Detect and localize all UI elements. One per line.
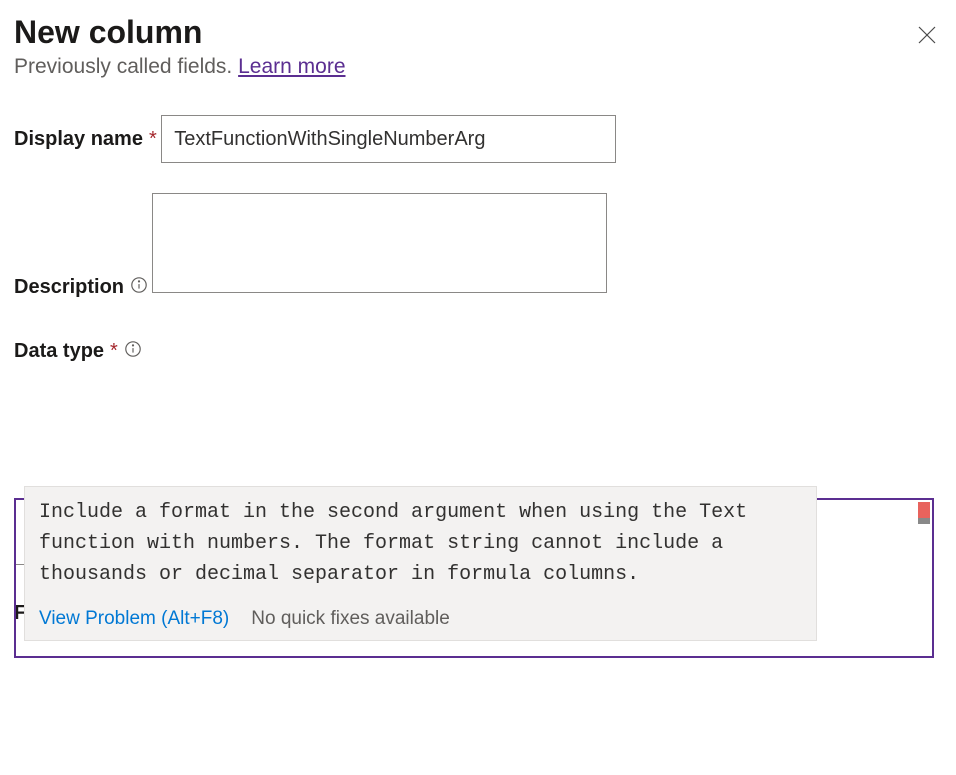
required-marker: *	[149, 128, 157, 151]
error-tooltip: Include a format in the second argument …	[24, 486, 817, 641]
tooltip-message: Include a format in the second argument …	[25, 487, 816, 600]
error-marker-scrollbar[interactable]	[918, 502, 930, 524]
page-title: New column	[14, 14, 346, 51]
display-name-label-text: Display name	[14, 128, 143, 151]
subtitle-text: Previously called fields.	[14, 55, 238, 78]
info-icon[interactable]	[130, 276, 148, 300]
data-type-label-text: Data type	[14, 340, 104, 363]
description-input[interactable]	[152, 193, 607, 293]
page-subtitle: Previously called fields. Learn more	[14, 55, 346, 79]
data-type-label: Data type *	[14, 340, 142, 364]
display-name-input[interactable]	[161, 115, 616, 163]
description-label: Description	[14, 276, 148, 300]
display-name-label: Display name *	[14, 128, 157, 151]
close-button[interactable]	[912, 20, 942, 50]
description-label-text: Description	[14, 276, 124, 299]
required-marker: *	[110, 340, 118, 363]
no-fixes-text: No quick fixes available	[251, 608, 450, 630]
info-icon[interactable]	[124, 340, 142, 364]
view-problem-link[interactable]: View Problem (Alt+F8)	[39, 608, 229, 630]
learn-more-link[interactable]: Learn more	[238, 55, 345, 78]
